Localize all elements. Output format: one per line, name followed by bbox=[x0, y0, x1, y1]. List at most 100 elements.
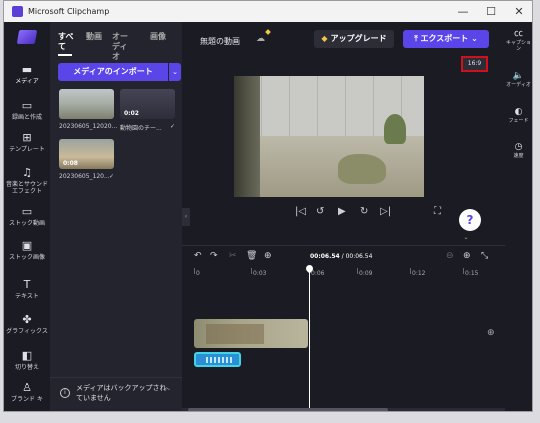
preview-ground bbox=[234, 136, 424, 197]
media-item-2[interactable]: 0:02 bbox=[120, 89, 175, 119]
media-item-3-label: 20230605_120... bbox=[59, 173, 110, 180]
tab-video[interactable]: 動画 bbox=[86, 32, 108, 42]
tab-all[interactable]: すべて bbox=[58, 32, 80, 52]
ruler-label: 0:03 bbox=[253, 270, 267, 277]
import-media-button[interactable]: メディアのインポート bbox=[58, 63, 168, 81]
clipchamp-window: Microsoft Clipchamp — ☐ ✕ ▬ メディア ▭ 録画と作成… bbox=[3, 0, 533, 412]
split-icon[interactable]: ✂ bbox=[229, 251, 237, 261]
audio-icon: 🔈 bbox=[512, 71, 525, 81]
audio-clip[interactable] bbox=[194, 352, 241, 367]
nav-stock-video[interactable]: ▭ ストック動画 bbox=[4, 206, 50, 228]
nav-transitions[interactable]: ◧ 切り替え bbox=[4, 349, 50, 372]
ruler-label: 0:06 bbox=[311, 270, 325, 277]
rnav-speed[interactable]: ◷ 速度 bbox=[505, 141, 532, 159]
ruler-label: 0:15 bbox=[465, 270, 479, 277]
nav-music-sfx[interactable]: ♫ 音楽とサウンドエフェクト bbox=[4, 166, 50, 196]
skip-end-icon[interactable]: ▷| bbox=[380, 206, 391, 217]
graphics-icon: ✤ bbox=[22, 313, 32, 326]
nav-transitions-label: 切り替え bbox=[14, 364, 39, 371]
collapse-left-panel-button[interactable]: ‹ bbox=[182, 208, 190, 226]
media-item-1[interactable] bbox=[59, 89, 114, 119]
preview-rock bbox=[338, 154, 386, 184]
playhead[interactable] bbox=[309, 268, 310, 411]
nav-templates-label: テンプレート bbox=[9, 146, 45, 153]
captions-icon: ㏄ bbox=[513, 29, 523, 39]
ruler-label: 0:12 bbox=[412, 270, 426, 277]
ruler-label: 0:09 bbox=[359, 270, 373, 277]
tab-audio[interactable]: オーディオ bbox=[112, 32, 134, 62]
nav-music-label: 音楽とサウンドエフェクト bbox=[5, 181, 48, 195]
export-button[interactable]: ⤒ エクスポート ⌄ bbox=[403, 30, 489, 48]
preview-tree bbox=[384, 114, 406, 144]
check-icon: ✓ bbox=[170, 123, 176, 130]
ruler-tick bbox=[463, 268, 464, 274]
redo-icon[interactable]: ↷ bbox=[210, 251, 218, 261]
timeline-scrollbar[interactable] bbox=[182, 408, 505, 411]
add-media-icon[interactable]: ⊕ bbox=[264, 251, 272, 261]
timeline-ruler: 0 0:03 0:06 0:09 0:12 0:15 bbox=[182, 268, 505, 280]
aspect-ratio-button[interactable]: 16:9 bbox=[461, 56, 488, 72]
editor-area: 無題の動画 ☁ ◆ アップグレード ⤒ エクスポート ⌄ 16:9 |◁ ↺ ▶ … bbox=[182, 22, 505, 411]
chevron-up-icon[interactable]: ︿ bbox=[163, 382, 170, 392]
video-clip-frames bbox=[206, 324, 264, 344]
close-button[interactable]: ✕ bbox=[506, 3, 532, 20]
fullscreen-icon[interactable]: ⛶ bbox=[434, 206, 441, 217]
media-item-3[interactable]: 0:08 bbox=[59, 139, 114, 169]
rnav-captions-label: キャプション bbox=[505, 40, 531, 52]
folder-icon: ▬ bbox=[21, 63, 33, 76]
backup-text: メディアはバックアップされていません bbox=[76, 384, 167, 402]
delete-icon[interactable]: 🗑 bbox=[246, 251, 257, 261]
stock-image-icon: ▣ bbox=[21, 239, 33, 252]
backup-notice[interactable]: i メディアはバックアップされていません ︿ bbox=[50, 377, 182, 411]
speed-icon: ◷ bbox=[514, 142, 523, 152]
help-button[interactable]: ? bbox=[459, 209, 481, 231]
nav-graphics[interactable]: ✤ グラフィックス bbox=[4, 313, 50, 336]
upgrade-button[interactable]: ◆ アップグレード bbox=[314, 30, 394, 48]
minimize-button[interactable]: — bbox=[450, 3, 476, 20]
fit-timeline-icon[interactable]: ⤡ bbox=[481, 251, 488, 261]
nav-templates[interactable]: ⊞ テンプレート bbox=[4, 132, 50, 154]
nav-record-create[interactable]: ▭ 録画と作成 bbox=[4, 100, 50, 122]
scrollbar-thumb[interactable] bbox=[188, 408, 388, 411]
import-dropdown-button[interactable]: ⌄ bbox=[169, 63, 181, 81]
nav-record-label: 録画と作成 bbox=[11, 114, 42, 121]
right-properties-rail: ㏄ キャプション 🔈 オーディオ ◐ フェード ◷ 速度 bbox=[505, 22, 532, 411]
rnav-captions[interactable]: ㏄ キャプション bbox=[505, 28, 532, 52]
zoom-out-icon[interactable]: ⊖ bbox=[446, 251, 454, 261]
undo-icon[interactable]: ↶ bbox=[194, 251, 202, 261]
check-icon: ✓ bbox=[109, 173, 115, 180]
nav-text-label: テキスト bbox=[15, 293, 39, 300]
rewind-5-icon[interactable]: ↺ bbox=[316, 206, 324, 217]
project-title[interactable]: 無題の動画 bbox=[200, 36, 240, 47]
nav-media[interactable]: ▬ メディア bbox=[4, 63, 50, 86]
media-item-2-duration: 0:02 bbox=[124, 110, 139, 117]
transitions-icon: ◧ bbox=[21, 349, 33, 362]
rnav-speed-label: 速度 bbox=[513, 153, 524, 159]
maximize-button[interactable]: ☐ bbox=[478, 3, 504, 20]
play-icon[interactable]: ▶ bbox=[338, 206, 346, 217]
nav-stock-image[interactable]: ▣ ストック画像 bbox=[4, 239, 50, 262]
skip-start-icon[interactable]: |◁ bbox=[295, 206, 306, 217]
gem-icon: ◆ bbox=[321, 34, 328, 43]
nav-text[interactable]: T テキスト bbox=[4, 279, 50, 301]
video-clip[interactable] bbox=[194, 319, 308, 348]
zoom-in-icon[interactable]: ⊕ bbox=[463, 251, 471, 261]
media-panel: すべて 動画 オーディオ 画像 メディアのインポート ⌄ 20230605_12… bbox=[50, 22, 182, 411]
info-icon: i bbox=[60, 388, 70, 398]
add-track-icon[interactable]: ⊕ bbox=[487, 328, 495, 338]
media-item-1-label: 20230605_12020... bbox=[59, 123, 118, 130]
ruler-tick bbox=[251, 268, 252, 274]
window-title: Microsoft Clipchamp bbox=[28, 7, 110, 16]
total-time: / 00:06.54 bbox=[341, 253, 373, 260]
tab-image[interactable]: 画像 bbox=[150, 32, 172, 42]
music-icon: ♫ bbox=[22, 166, 32, 179]
cloud-off-icon: ☁ bbox=[256, 34, 265, 44]
nav-media-label: メディア bbox=[15, 78, 39, 85]
forward-5-icon[interactable]: ↻ bbox=[360, 206, 368, 217]
rnav-fade[interactable]: ◐ フェード bbox=[505, 106, 532, 124]
nav-brand-kit[interactable]: ♙ ブランド キ bbox=[4, 382, 50, 404]
collapse-preview-button[interactable]: ⌄ bbox=[459, 234, 473, 241]
rnav-audio[interactable]: 🔈 オーディオ bbox=[505, 70, 532, 88]
fade-icon: ◐ bbox=[514, 107, 523, 117]
rnav-audio-label: オーディオ bbox=[506, 82, 531, 88]
